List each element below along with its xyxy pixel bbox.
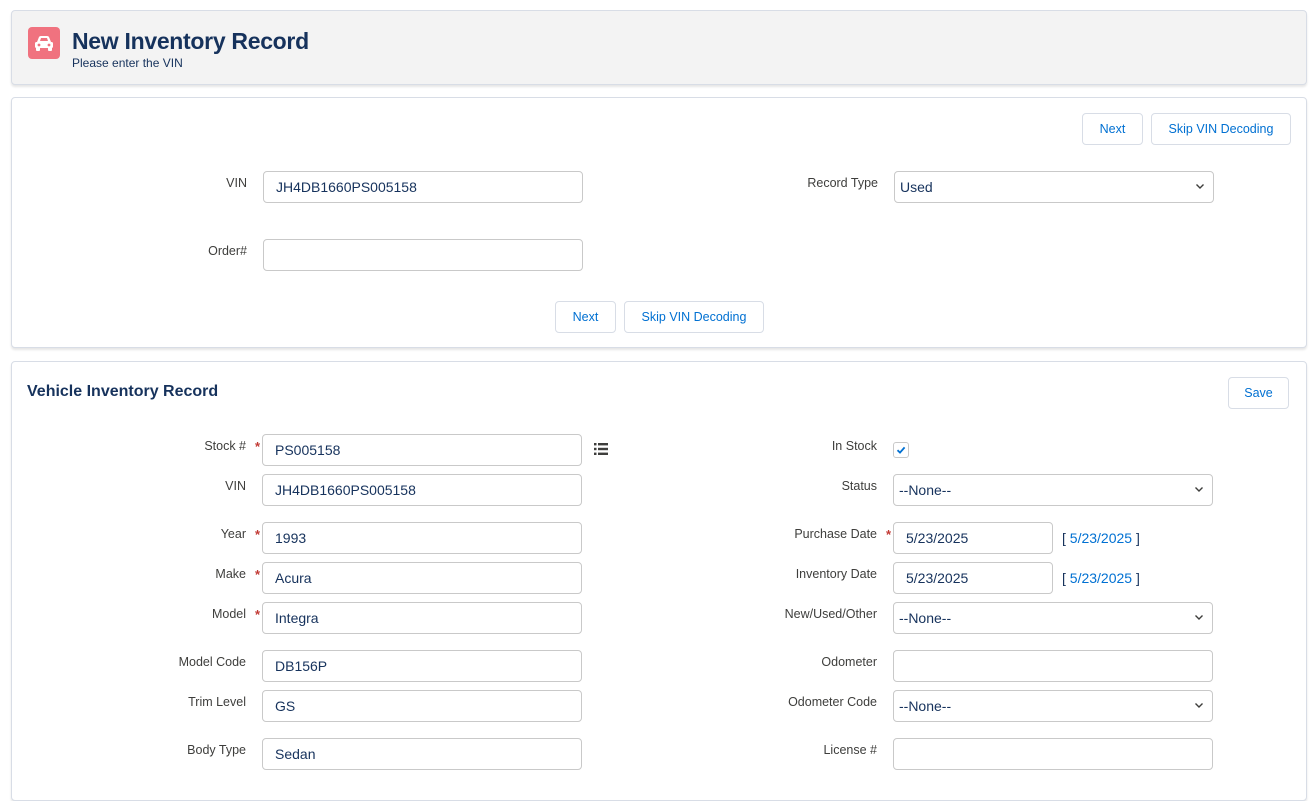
in-stock-label: In Stock xyxy=(831,439,877,453)
page-subtitle: Please enter the VIN xyxy=(72,56,183,70)
year-input[interactable]: 1993 xyxy=(262,522,582,554)
purchase-date-label: Purchase Date xyxy=(794,527,877,541)
page-title: New Inventory Record xyxy=(72,28,309,54)
skip-vin-decoding-button-top[interactable]: Skip VIN Decoding xyxy=(1151,113,1291,145)
body-type-label: Body Type xyxy=(187,743,246,757)
purchase-date-today-link[interactable]: 5/23/2025 xyxy=(1070,530,1132,546)
vin-field[interactable]: JH4DB1660PS005158 xyxy=(262,474,582,506)
chevron-down-icon xyxy=(1195,703,1203,708)
required-marker: * xyxy=(255,439,261,454)
year-label: Year xyxy=(220,527,246,541)
odometer-code-value: --None-- xyxy=(899,698,952,714)
model-code-label: Model Code xyxy=(178,655,246,669)
odometer-code-select[interactable]: --None-- xyxy=(893,690,1213,722)
make-label: Make xyxy=(215,567,246,581)
required-marker: * xyxy=(255,567,261,582)
checkmark-icon xyxy=(896,446,906,454)
order-label: Order# xyxy=(208,244,247,258)
new-used-other-label: New/Used/Other xyxy=(784,607,877,621)
stock-label: Stock # xyxy=(204,439,246,453)
inventory-date-today[interactable]: [ 5/23/2025 ] xyxy=(1062,570,1140,586)
inventory-date-label: Inventory Date xyxy=(795,567,877,581)
license-input[interactable] xyxy=(893,738,1213,770)
record-type-label: Record Type xyxy=(807,176,878,190)
order-input[interactable] xyxy=(263,239,583,271)
odometer-input[interactable] xyxy=(893,650,1213,682)
trim-level-label: Trim Level xyxy=(188,695,246,709)
section-title: Vehicle Inventory Record xyxy=(27,383,219,400)
purchase-date-today[interactable]: [ 5/23/2025 ] xyxy=(1062,530,1140,546)
purchase-date-input[interactable]: 5/23/2025 xyxy=(893,522,1053,554)
inventory-date-input[interactable]: 5/23/2025 xyxy=(893,562,1053,594)
model-input[interactable]: Integra xyxy=(262,602,582,634)
odometer-label: Odometer xyxy=(821,655,877,669)
status-select[interactable]: --None-- xyxy=(893,474,1213,506)
new-used-other-value: --None-- xyxy=(899,610,952,626)
car-icon xyxy=(28,27,60,59)
model-code-input[interactable]: DB156P xyxy=(262,650,582,682)
required-marker: * xyxy=(255,527,261,542)
vin-label: VIN xyxy=(226,176,247,190)
required-marker: * xyxy=(886,527,892,542)
record-type-value: Used xyxy=(900,179,933,195)
stock-input[interactable]: PS005158 xyxy=(262,434,582,466)
chevron-down-icon xyxy=(1196,184,1204,189)
save-button[interactable]: Save xyxy=(1228,377,1289,409)
next-button-top[interactable]: Next xyxy=(1082,113,1143,145)
page-header: New Inventory Record Please enter the VI… xyxy=(11,10,1307,85)
skip-vin-decoding-button-bottom[interactable]: Skip VIN Decoding xyxy=(624,301,764,333)
vin-entry-section: Next Skip VIN Decoding VIN JH4DB1660PS00… xyxy=(11,97,1307,348)
required-marker: * xyxy=(255,607,261,622)
status-label: Status xyxy=(841,479,877,493)
record-type-select[interactable]: Used xyxy=(894,171,1214,203)
vehicle-inventory-record-section: Vehicle Inventory Record Save Stock # * … xyxy=(11,361,1307,801)
model-label: Model xyxy=(211,607,246,621)
status-value: --None-- xyxy=(899,482,952,498)
vin-input[interactable]: JH4DB1660PS005158 xyxy=(263,171,583,203)
inventory-date-today-link[interactable]: 5/23/2025 xyxy=(1070,570,1132,586)
trim-level-input[interactable]: GS xyxy=(262,690,582,722)
odometer-code-label: Odometer Code xyxy=(788,695,877,709)
in-stock-checkbox[interactable] xyxy=(893,442,909,458)
next-button-bottom[interactable]: Next xyxy=(555,301,616,333)
license-label: License # xyxy=(823,743,877,757)
list-icon[interactable] xyxy=(594,442,608,460)
chevron-down-icon xyxy=(1195,487,1203,492)
chevron-down-icon xyxy=(1195,615,1203,620)
body-type-input[interactable]: Sedan xyxy=(262,738,582,770)
vin-label: VIN xyxy=(225,479,246,493)
make-input[interactable]: Acura xyxy=(262,562,582,594)
new-used-other-select[interactable]: --None-- xyxy=(893,602,1213,634)
